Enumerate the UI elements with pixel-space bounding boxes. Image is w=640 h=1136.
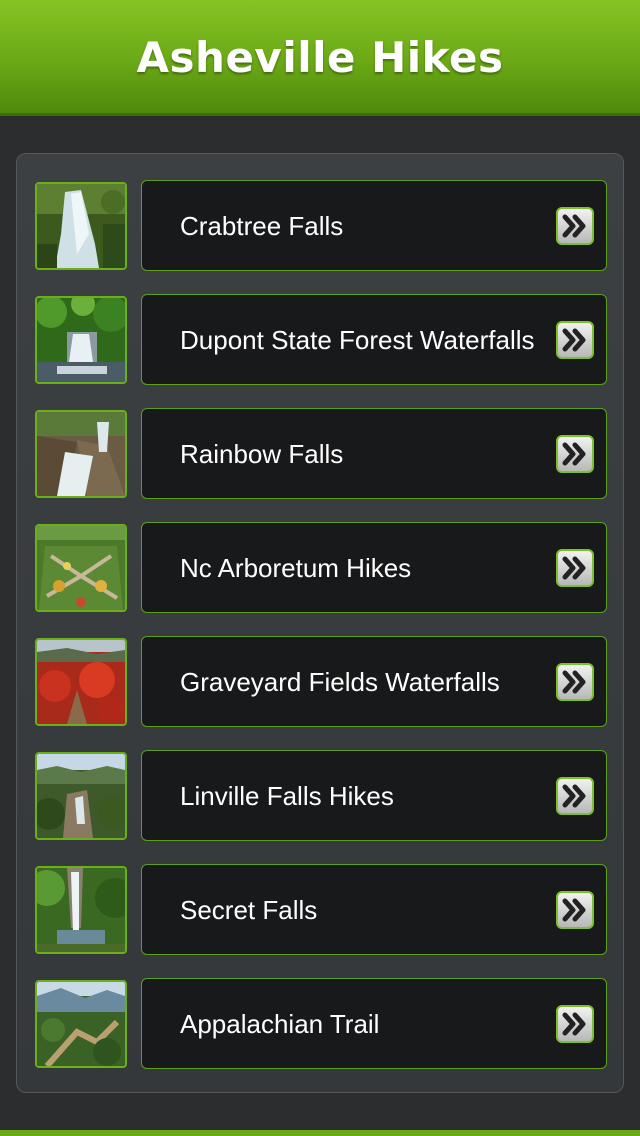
double-chevron-right-icon[interactable] bbox=[556, 321, 594, 359]
thumbnail-autumn-field-photo bbox=[35, 638, 127, 726]
item-label: Dupont State Forest Waterfalls bbox=[180, 324, 535, 355]
double-chevron-right-icon[interactable] bbox=[556, 1005, 594, 1043]
double-chevron-right-icon[interactable] bbox=[556, 777, 594, 815]
thumbnail-garden-photo bbox=[35, 524, 127, 612]
item-button-appalachian-trail[interactable]: Appalachian Trail bbox=[141, 978, 607, 1069]
item-button-rainbow-falls[interactable]: Rainbow Falls bbox=[141, 408, 607, 499]
double-chevron-right-icon[interactable] bbox=[556, 207, 594, 245]
item-label: Rainbow Falls bbox=[180, 438, 344, 469]
double-chevron-right-icon[interactable] bbox=[556, 435, 594, 473]
item-label: Secret Falls bbox=[180, 894, 318, 925]
item-label: Nc Arboretum Hikes bbox=[180, 552, 412, 583]
item-button-linville-falls-hikes[interactable]: Linville Falls Hikes bbox=[141, 750, 607, 841]
item-label: Graveyard Fields Waterfalls bbox=[180, 666, 500, 697]
page-title: Asheville Hikes bbox=[136, 33, 504, 82]
list-item[interactable]: Secret Falls bbox=[35, 864, 609, 956]
item-button-graveyard-fields-waterfalls[interactable]: Graveyard Fields Waterfalls bbox=[141, 636, 607, 727]
list-item[interactable]: Dupont State Forest Waterfalls bbox=[35, 294, 609, 386]
item-label: Linville Falls Hikes bbox=[180, 780, 394, 811]
item-label: Appalachian Trail bbox=[180, 1008, 380, 1039]
list-item[interactable]: Nc Arboretum Hikes bbox=[35, 522, 609, 614]
double-chevron-right-icon[interactable] bbox=[556, 663, 594, 701]
hikes-list: Crabtree Falls Dupont State Forest Water… bbox=[16, 153, 624, 1093]
list-item[interactable]: Appalachian Trail bbox=[35, 978, 609, 1070]
thumbnail-waterfall-photo bbox=[35, 182, 127, 270]
app-header: Asheville Hikes bbox=[0, 0, 640, 116]
item-label: Crabtree Falls bbox=[180, 210, 344, 241]
thumbnail-rocky-falls-photo bbox=[35, 410, 127, 498]
thumbnail-mountain-valley-photo bbox=[35, 980, 127, 1068]
footer-strip bbox=[0, 1130, 640, 1136]
list-item[interactable]: Crabtree Falls bbox=[35, 180, 609, 272]
item-button-secret-falls[interactable]: Secret Falls bbox=[141, 864, 607, 955]
list-item[interactable]: Linville Falls Hikes bbox=[35, 750, 609, 842]
thumbnail-forest-waterfall-photo bbox=[35, 296, 127, 384]
double-chevron-right-icon[interactable] bbox=[556, 891, 594, 929]
thumbnail-hidden-waterfall-photo bbox=[35, 866, 127, 954]
list-item[interactable]: Rainbow Falls bbox=[35, 408, 609, 500]
item-button-crabtree-falls[interactable]: Crabtree Falls bbox=[141, 180, 607, 271]
thumbnail-gorge-photo bbox=[35, 752, 127, 840]
item-button-dupont-state-forest-waterfalls[interactable]: Dupont State Forest Waterfalls bbox=[141, 294, 607, 385]
item-button-nc-arboretum-hikes[interactable]: Nc Arboretum Hikes bbox=[141, 522, 607, 613]
double-chevron-right-icon[interactable] bbox=[556, 549, 594, 587]
list-item[interactable]: Graveyard Fields Waterfalls bbox=[35, 636, 609, 728]
main-content: Crabtree Falls Dupont State Forest Water… bbox=[0, 116, 640, 1130]
